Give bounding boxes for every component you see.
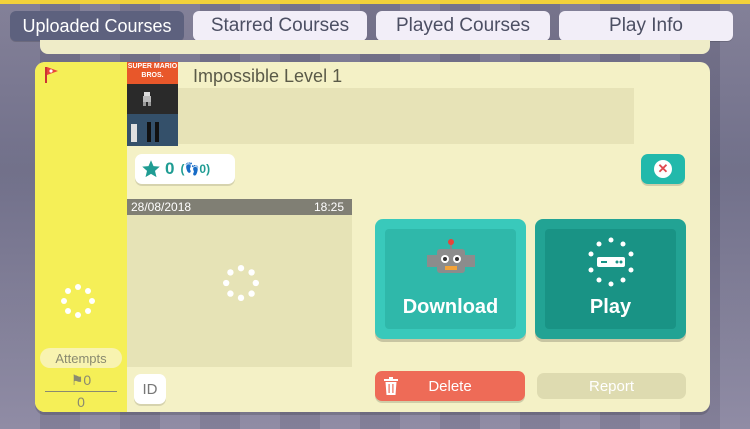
tab-bar: Uploaded Courses Starred Courses Played … [0, 8, 750, 42]
attempts-cleared: ⚑0 [35, 372, 127, 389]
footprints-icon: 👣 [184, 162, 200, 176]
stars-count: 0 [165, 159, 175, 178]
loading-spinner-icon [223, 265, 259, 301]
scene-blocks-icon [131, 122, 159, 142]
course-card: Attempts ⚑0 0 SUPER MARIO BROS. Impossib… [35, 62, 710, 412]
controller-icon [588, 237, 634, 287]
download-label: Download [402, 296, 499, 318]
flag-icon [45, 67, 58, 83]
course-thumbnail: SUPER MARIO BROS. [127, 62, 178, 146]
play-button[interactable]: Play [535, 219, 686, 339]
download-button[interactable]: Download [375, 219, 526, 339]
footprints-badge: (👣0) [180, 162, 211, 176]
upload-date: 28/08/2018 [131, 200, 192, 214]
tab-starred-courses[interactable]: Starred Courses [193, 11, 367, 41]
attempts-cleared-value: 0 [83, 372, 92, 388]
close-button[interactable]: ✕ [641, 154, 685, 184]
previous-card-edge [40, 40, 710, 54]
footprints-count: 0 [199, 162, 207, 176]
stars-badge: 0 (👣0) [135, 154, 235, 184]
course-preview: 28/08/2018 18:25 [127, 199, 352, 367]
course-title: Impossible Level 1 [193, 66, 343, 86]
game-logo: SUPER MARIO BROS. [127, 62, 178, 84]
report-button[interactable]: Report [537, 373, 686, 399]
course-description-area [178, 88, 634, 144]
upload-time: 18:25 [313, 200, 344, 214]
play-label: Play [589, 296, 632, 318]
id-button[interactable]: ID [134, 374, 166, 404]
attempts-panel: Attempts ⚑0 0 [35, 62, 127, 412]
goal-flag-icon: ⚑ [70, 372, 84, 388]
loading-spinner-icon [61, 284, 95, 318]
thumbnail-scene [127, 114, 178, 146]
robot-icon [427, 239, 475, 273]
delete-label: Delete [428, 377, 472, 395]
preview-header: 28/08/2018 18:25 [127, 199, 352, 215]
trash-icon [384, 377, 398, 395]
tab-played-courses[interactable]: Played Courses [376, 11, 550, 41]
star-icon [142, 160, 160, 178]
close-icon: ✕ [654, 160, 672, 178]
tab-uploaded-courses[interactable]: Uploaded Courses [10, 11, 184, 41]
attempts-total: 0 [77, 394, 85, 410]
character-sprite-icon [143, 92, 151, 106]
attempts-label: Attempts [40, 348, 122, 368]
delete-button[interactable]: Delete [375, 371, 525, 401]
tab-play-info[interactable]: Play Info [559, 11, 733, 41]
top-bar [0, 0, 750, 4]
attempts-divider [45, 391, 117, 392]
